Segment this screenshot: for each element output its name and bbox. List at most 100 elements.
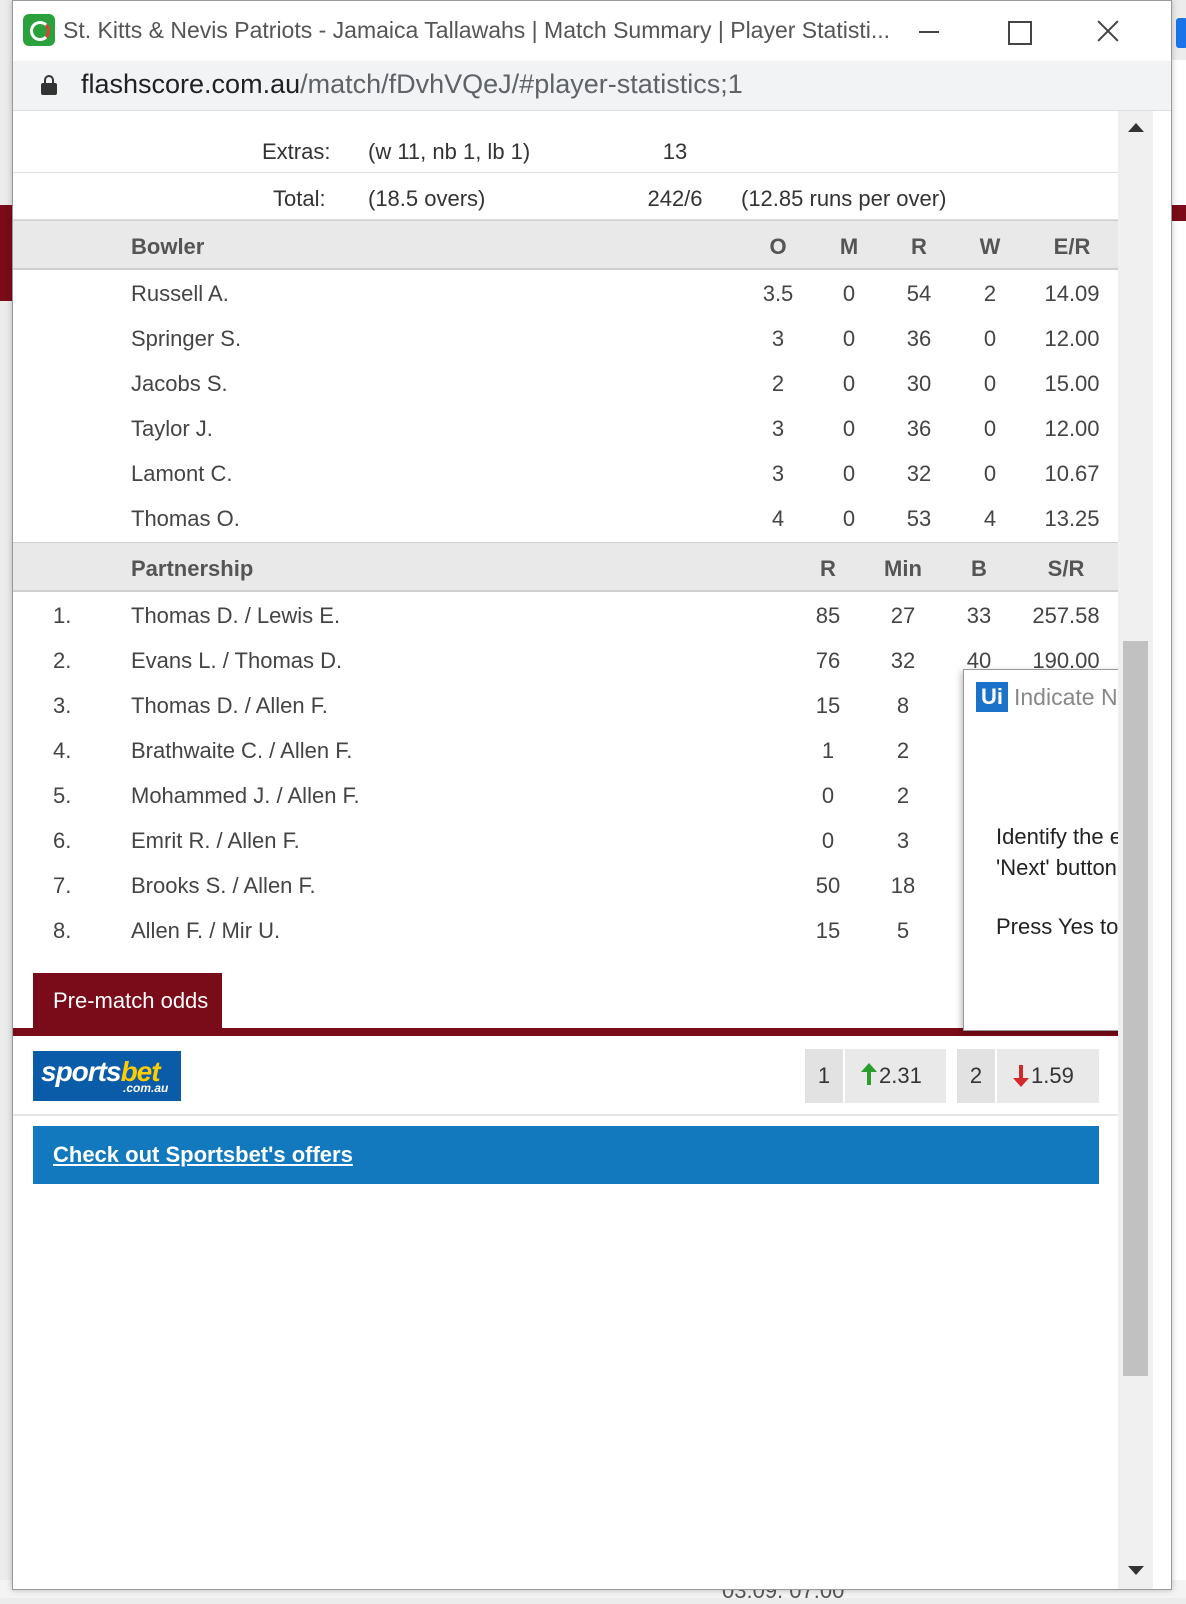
maximize-button[interactable] bbox=[998, 11, 1038, 51]
minimize-button[interactable] bbox=[909, 11, 949, 51]
p-runs-col-header: R bbox=[820, 556, 836, 581]
odds-divider bbox=[13, 1114, 1118, 1116]
partnership-names: Evans L. / Thomas D. bbox=[131, 648, 343, 673]
title-bar[interactable]: St. Kitts & Nevis Patriots - Jamaica Tal… bbox=[13, 1, 1171, 61]
bowler-maidens: 0 bbox=[842, 371, 856, 396]
lock-icon[interactable] bbox=[41, 75, 57, 95]
economy-col-header: E/R bbox=[1053, 234, 1091, 259]
bowler-row: Jacobs S. 2 0 30 0 15.00 bbox=[13, 361, 1118, 406]
close-button[interactable] bbox=[1088, 11, 1128, 51]
url-path: /match/fDvhVQeJ/#player-statistics;1 bbox=[300, 69, 743, 99]
partnership-row: 8. Allen F. / Mir U. 15 5 bbox=[13, 908, 1118, 953]
tab-underline bbox=[13, 1028, 1118, 1036]
page-content: Extras: (w 11, nb 1, lb 1) 13 Total: (18… bbox=[13, 111, 1118, 1589]
bowler-wickets: 0 bbox=[983, 461, 997, 486]
bowler-runs: 36 bbox=[906, 326, 932, 351]
partnership-row: 2. Evans L. / Thomas D. 76 32 40 190.00 bbox=[13, 638, 1118, 683]
address-bar[interactable]: flashscore.com.au/match/fDvhVQeJ/#player… bbox=[13, 61, 1171, 111]
total-label: Total: bbox=[273, 186, 326, 211]
partnership-minutes: 2 bbox=[896, 738, 910, 763]
bowler-maidens: 0 bbox=[842, 506, 856, 531]
bowler-wickets: 4 bbox=[983, 506, 997, 531]
partnership-minutes: 5 bbox=[896, 918, 910, 943]
arrow-down-icon bbox=[1013, 1065, 1029, 1087]
odds-away[interactable]: 2 1.59 bbox=[957, 1049, 1099, 1103]
extras-detail: (w 11, nb 1, lb 1) bbox=[368, 139, 531, 164]
partnership-strike-rate: 257.58 bbox=[1032, 603, 1100, 628]
bowler-row: Thomas O. 4 0 53 4 13.25 bbox=[13, 496, 1118, 541]
bowler-overs: 3 bbox=[771, 461, 785, 486]
bowler-overs: 3 bbox=[771, 326, 785, 351]
bowler-name: Jacobs S. bbox=[131, 371, 228, 396]
maidens-col-header: M bbox=[839, 234, 859, 259]
odds-away-value: 1.59 bbox=[1031, 1063, 1074, 1088]
bowler-col-header: Bowler bbox=[131, 234, 205, 259]
bowler-row: Lamont C. 3 0 32 0 10.67 bbox=[13, 451, 1118, 496]
partnership-minutes: 18 bbox=[890, 873, 916, 898]
partnership-row: 7. Brooks S. / Allen F. 50 18 bbox=[13, 863, 1118, 908]
bowler-name: Thomas O. bbox=[131, 506, 240, 531]
bowler-runs: 54 bbox=[906, 281, 932, 306]
partnership-runs: 15 bbox=[815, 693, 841, 718]
bowler-overs: 3.5 bbox=[762, 281, 794, 306]
background-edge-icon bbox=[1176, 18, 1186, 48]
bowler-maidens: 0 bbox=[842, 416, 856, 441]
partnership-number: 4. bbox=[53, 738, 72, 763]
partnership-names: Mohammed J. / Allen F. bbox=[131, 783, 360, 808]
bowler-maidens: 0 bbox=[842, 461, 856, 486]
extras-label: Extras: bbox=[262, 139, 331, 164]
partnership-number: 3. bbox=[53, 693, 72, 718]
bowler-wickets: 0 bbox=[983, 371, 997, 396]
total-value: 242/6 bbox=[647, 186, 703, 211]
partnership-number: 1. bbox=[53, 603, 72, 628]
odds-home[interactable]: 1 2.31 bbox=[805, 1049, 946, 1103]
runs-col-header: R bbox=[911, 234, 927, 259]
odds-home-value: 2.31 bbox=[879, 1063, 922, 1088]
bowler-runs: 32 bbox=[906, 461, 932, 486]
partnership-runs: 0 bbox=[821, 828, 835, 853]
partnership-names: Brathwaite C. / Allen F. bbox=[131, 738, 353, 763]
bowler-economy: 15.00 bbox=[1044, 371, 1100, 396]
partnership-row: 4. Brathwaite C. / Allen F. 1 2 bbox=[13, 728, 1118, 773]
partnership-number: 2. bbox=[53, 648, 72, 673]
partnership-names: Emrit R. / Allen F. bbox=[131, 828, 300, 853]
partnership-runs: 0 bbox=[821, 783, 835, 808]
bowler-name: Taylor J. bbox=[131, 416, 213, 441]
bowler-economy: 10.67 bbox=[1044, 461, 1100, 486]
vertical-scrollbar[interactable] bbox=[1118, 111, 1153, 1589]
dialog-title: Indicate Next L bbox=[1014, 684, 1118, 710]
bowler-overs: 4 bbox=[771, 506, 785, 531]
dialog-message-line2: 'Next' button or bbox=[996, 855, 1118, 880]
scroll-down-arrow-icon[interactable] bbox=[1128, 1566, 1144, 1575]
partnership-minutes: 32 bbox=[890, 648, 916, 673]
bowler-economy: 12.00 bbox=[1044, 416, 1100, 441]
partnership-minutes: 2 bbox=[896, 783, 910, 808]
scroll-up-arrow-icon[interactable] bbox=[1128, 123, 1144, 132]
wickets-col-header: W bbox=[979, 234, 1001, 259]
bowler-wickets: 0 bbox=[983, 416, 997, 441]
bowler-runs: 30 bbox=[906, 371, 932, 396]
url-text[interactable]: flashscore.com.au/match/fDvhVQeJ/#player… bbox=[81, 69, 743, 100]
partnership-names: Brooks S. / Allen F. bbox=[131, 873, 316, 898]
bowler-maidens: 0 bbox=[842, 281, 856, 306]
arrow-up-icon bbox=[861, 1063, 877, 1085]
tab-pre-match-odds[interactable]: Pre-match odds bbox=[33, 973, 222, 1028]
browser-popup-window: St. Kitts & Nevis Patriots - Jamaica Tal… bbox=[12, 0, 1172, 1590]
sportsbet-logo[interactable]: sportsbet .com.au bbox=[33, 1051, 181, 1101]
bowler-name: Lamont C. bbox=[131, 461, 233, 486]
odds-home-label: 1 bbox=[805, 1049, 845, 1103]
scrollbar-thumb[interactable] bbox=[1123, 641, 1148, 1376]
sportsbet-logo-main: sports bbox=[41, 1056, 122, 1087]
bowler-overs: 3 bbox=[771, 416, 785, 441]
sportsbet-offers-link[interactable]: Check out Sportsbet's offers bbox=[33, 1126, 1099, 1184]
bowler-runs: 53 bbox=[906, 506, 932, 531]
bowler-name: Springer S. bbox=[131, 326, 242, 351]
extras-row: Extras: (w 11, nb 1, lb 1) 13 bbox=[13, 127, 1118, 173]
partnership-row: 6. Emrit R. / Allen F. 0 3 bbox=[13, 818, 1118, 863]
total-row: Total: (18.5 overs) 242/6 (12.85 runs pe… bbox=[13, 174, 1118, 220]
indicate-next-dialog[interactable]: Ui Indicate Next L Identify the elem 'Ne… bbox=[963, 669, 1118, 1031]
partnership-number: 7. bbox=[53, 873, 72, 898]
total-run-rate: (12.85 runs per over) bbox=[741, 186, 947, 211]
sportsbet-logo-sub: .com.au bbox=[123, 1081, 169, 1095]
flashscore-app-icon bbox=[23, 14, 55, 46]
